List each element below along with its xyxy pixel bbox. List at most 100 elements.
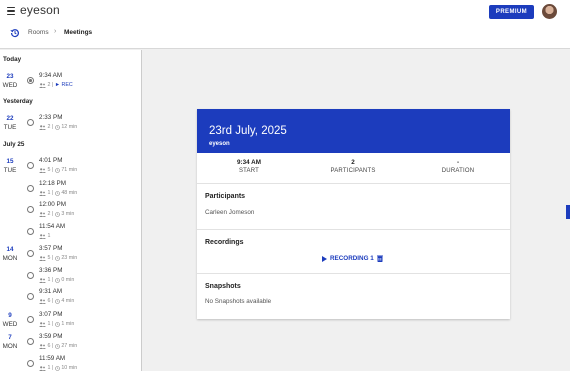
meeting-detail-card: 23rd July, 2025 eyeson 9:34 AM START 2 P…: [197, 109, 510, 319]
meta-separator: |: [51, 277, 54, 283]
play-icon[interactable]: [322, 255, 327, 262]
stat-duration: - DURATION: [418, 159, 498, 174]
clock-icon: [55, 190, 60, 196]
meeting-time: 11:54 AM: [39, 223, 66, 230]
breadcrumb: Rooms › Meetings: [0, 24, 570, 49]
participant-count: 5: [47, 167, 51, 173]
premium-button[interactable]: PREMIUM: [489, 5, 534, 19]
meeting-duration: 10 min: [61, 365, 78, 371]
divider: [197, 183, 510, 184]
section-header-yesterday: Yesterday: [3, 98, 33, 105]
meeting-meta: 5 | 23 min: [39, 255, 77, 261]
participants-icon: [39, 233, 46, 239]
participants-icon: [39, 124, 46, 130]
meeting-radio[interactable]: [27, 250, 34, 257]
meeting-time: 12:00 PM: [39, 201, 66, 208]
meeting-radio[interactable]: [27, 338, 34, 345]
participant-count: 1: [47, 233, 51, 239]
recording-item[interactable]: RECORDING 1: [322, 255, 383, 262]
meeting-radio[interactable]: [27, 293, 34, 300]
participants-icon: [39, 211, 46, 217]
scroll-indicator[interactable]: [566, 205, 570, 219]
stat-start: 9:34 AM START: [209, 159, 289, 174]
participant-count: 2: [47, 82, 51, 88]
meeting-time: 3:57 PM: [39, 245, 63, 252]
meeting-time: 11:59 AM: [39, 355, 66, 362]
meeting-time: 12:18 PM: [39, 180, 66, 187]
meeting-duration: 4 min: [61, 298, 75, 304]
meeting-meta: 1 | 48 min: [39, 190, 77, 196]
meeting-radio[interactable]: [27, 185, 34, 192]
participants-icon: [39, 365, 46, 371]
meeting-time: 4:01 PM: [39, 157, 63, 164]
meeting-duration: 12 min: [61, 124, 78, 130]
meta-separator: |: [51, 255, 54, 261]
meeting-time: 2:33 PM: [39, 114, 63, 121]
meeting-meta: 1 | 10 min: [39, 365, 77, 371]
breadcrumb-rooms[interactable]: Rooms: [28, 29, 49, 36]
stat-label: START: [238, 168, 260, 174]
recording-badge: ► REC: [54, 82, 73, 88]
meeting-meta: 2 | ► REC: [39, 82, 73, 88]
meta-separator: |: [51, 211, 54, 217]
participants-icon: [39, 321, 46, 327]
meeting-radio[interactable]: [27, 272, 34, 279]
day-number: 23: [6, 73, 14, 80]
stat-value: 9:34 AM: [237, 159, 261, 166]
divider: [197, 273, 510, 274]
meeting-meta: 1: [39, 233, 50, 239]
history-icon[interactable]: [10, 28, 20, 38]
day-name: MON: [2, 343, 18, 350]
participant-count: 1: [47, 277, 51, 283]
participant-count: 1: [47, 321, 51, 327]
menu-icon[interactable]: [7, 7, 15, 15]
meeting-duration: 23 min: [61, 255, 78, 261]
participant-count: 1: [47, 365, 51, 371]
recording-label[interactable]: RECORDING 1: [330, 255, 374, 262]
participant-count: 2: [47, 211, 51, 217]
participant-count: 5: [47, 255, 51, 261]
section-header-month: July 25: [3, 141, 25, 148]
clock-icon: [55, 167, 60, 173]
meeting-radio[interactable]: [27, 360, 34, 367]
stat-label: PARTICIPANTS: [330, 168, 376, 174]
meta-separator: |: [51, 365, 54, 371]
day-name: WED: [2, 321, 18, 328]
trash-icon[interactable]: [376, 255, 383, 262]
meeting-time: 9:34 AM: [39, 72, 63, 79]
meeting-meta: 5 | 71 min: [39, 167, 77, 173]
breadcrumb-meetings: Meetings: [64, 29, 93, 36]
divider: [197, 229, 510, 230]
day-number: 15: [6, 158, 14, 165]
app-logo[interactable]: eyeson: [20, 3, 60, 17]
meeting-radio[interactable]: [27, 206, 34, 213]
meta-separator: |: [51, 190, 54, 196]
meeting-radio[interactable]: [27, 228, 34, 235]
meetings-sidebar[interactable]: Today Yesterday July 25 23 WED 22 TUE 15…: [0, 50, 142, 371]
meeting-radio[interactable]: [27, 77, 34, 84]
section-header-today: Today: [3, 56, 22, 63]
chevron-right-icon: ›: [54, 28, 57, 35]
participants-icon: [39, 343, 46, 349]
clock-icon: [55, 255, 60, 261]
meeting-radio[interactable]: [27, 162, 34, 169]
meeting-time: 9:31 AM: [39, 288, 63, 295]
avatar[interactable]: [542, 4, 557, 19]
participants-title: Participants: [205, 193, 246, 200]
clock-icon: [55, 277, 60, 283]
meeting-radio[interactable]: [27, 119, 34, 126]
day-number: 22: [6, 115, 14, 122]
participants-icon: [39, 298, 46, 304]
day-name: TUE: [3, 124, 17, 131]
meeting-time: 3:36 PM: [39, 267, 63, 274]
meeting-duration: 27 min: [61, 343, 78, 349]
day-name: WED: [2, 82, 18, 89]
participant-count: 6: [47, 343, 51, 349]
clock-icon: [55, 343, 60, 349]
meeting-meta: 1 | 1 min: [39, 321, 74, 327]
meeting-radio[interactable]: [27, 316, 34, 323]
meeting-meta: 6 | 4 min: [39, 298, 74, 304]
participants-icon: [39, 82, 46, 88]
meta-separator: |: [51, 321, 54, 327]
meeting-time: 3:07 PM: [39, 311, 63, 318]
